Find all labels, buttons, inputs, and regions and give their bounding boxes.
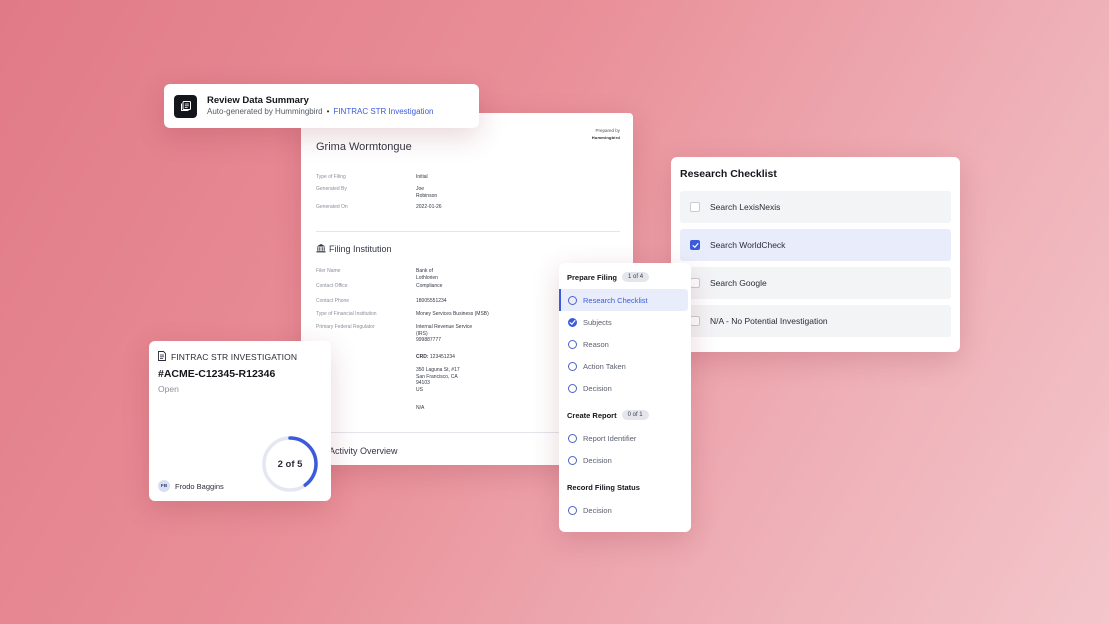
avatar: FB bbox=[158, 480, 170, 492]
filing-institution-heading: Filing Institution bbox=[316, 243, 392, 255]
workflow-step-label: Report Identifier bbox=[583, 433, 637, 443]
workflow-step[interactable]: Decision bbox=[559, 449, 691, 471]
circle-icon bbox=[568, 505, 577, 515]
workflow-step-label: Research Checklist bbox=[583, 295, 648, 305]
workflow-step[interactable]: Research Checklist bbox=[559, 289, 688, 311]
workflow-step-label: Reason bbox=[583, 339, 609, 349]
banner-title: Review Data Summary bbox=[207, 95, 309, 106]
checklist-item-label: Search LexisNexis bbox=[710, 202, 781, 212]
document-stack-icon bbox=[174, 94, 197, 118]
workflow-step-label: Decision bbox=[583, 505, 612, 515]
field-generated-by: Generated By Joe Robinson bbox=[316, 186, 438, 199]
circle-icon bbox=[568, 339, 577, 349]
workflow-step[interactable]: Subjects bbox=[559, 311, 691, 333]
workflow-step[interactable]: Decision bbox=[559, 499, 691, 521]
bank-icon bbox=[316, 243, 326, 255]
hummingbird-logo: Hummingbird bbox=[591, 135, 620, 140]
workflow-step[interactable]: Report Identifier bbox=[559, 427, 691, 449]
workflow-group: Prepare Filing 1 of 4 bbox=[559, 270, 691, 284]
workflow-step-label: Subjects bbox=[583, 317, 612, 327]
section-divider bbox=[316, 231, 620, 232]
investigation-link[interactable]: FINTRAC STR Investigation bbox=[333, 107, 433, 116]
workflow-step-label: Decision bbox=[583, 383, 612, 393]
workflow-step[interactable]: Decision bbox=[559, 377, 691, 399]
workflow-step-label: Action Taken bbox=[583, 361, 626, 371]
checklist-item-label: Search Google bbox=[710, 278, 767, 288]
progress-label: 2 of 5 bbox=[277, 458, 303, 470]
group-progress-badge: 1 of 4 bbox=[622, 272, 650, 282]
circle-icon bbox=[568, 455, 577, 465]
workflow-group: Record Filing Status bbox=[567, 482, 640, 492]
check-circle-icon bbox=[568, 317, 577, 327]
group-progress-badge: 0 of 1 bbox=[621, 410, 649, 420]
subject-name: Grima Wormtongue bbox=[316, 141, 412, 153]
circle-icon bbox=[568, 295, 577, 305]
activity-overview-heading: Activity Overview bbox=[329, 446, 398, 456]
workflow-step[interactable]: Action Taken bbox=[559, 355, 691, 377]
checklist-item[interactable]: Search Google bbox=[680, 267, 951, 299]
checklist-item[interactable]: Search WorldCheck bbox=[680, 229, 951, 261]
checklist-item[interactable]: N/A - No Potential Investigation bbox=[680, 305, 951, 337]
circle-icon bbox=[568, 383, 577, 393]
banner-subtitle: Auto-generated by Hummingbird • FINTRAC ST… bbox=[207, 107, 434, 116]
checkbox[interactable] bbox=[690, 202, 700, 212]
case-id: #ACME-C12345-R12346 bbox=[158, 368, 276, 380]
field-generated-on: Generated On 2022-01-26 bbox=[316, 204, 442, 210]
case-status: Open bbox=[158, 384, 179, 394]
assignee[interactable]: FB Frodo Baggins bbox=[158, 480, 224, 492]
circle-icon bbox=[568, 433, 577, 443]
circle-icon bbox=[568, 361, 577, 371]
checkbox[interactable] bbox=[690, 278, 700, 288]
checklist-title: Research Checklist bbox=[680, 168, 777, 180]
case-card[interactable]: FINTRAC STR INVESTIGATION #ACME-C12345-R… bbox=[149, 341, 331, 501]
checkbox[interactable] bbox=[690, 240, 700, 250]
workflow-sidebar: Prepare Filing 1 of 4 Research Checklist Su… bbox=[559, 263, 691, 532]
checklist-item-label: N/A - No Potential Investigation bbox=[710, 316, 828, 326]
workflow-step-label: Decision bbox=[583, 455, 612, 465]
checkbox[interactable] bbox=[690, 316, 700, 326]
checklist-item[interactable]: Search LexisNexis bbox=[680, 191, 951, 223]
checklist-item-label: Search WorldCheck bbox=[710, 240, 786, 250]
workflow-group: Create Report 0 of 1 bbox=[559, 408, 691, 422]
document-icon bbox=[158, 351, 166, 363]
workflow-step[interactable]: Reason bbox=[559, 333, 691, 355]
assignee-name: Frodo Baggins bbox=[175, 481, 224, 491]
case-type-header: FINTRAC STR INVESTIGATION bbox=[158, 351, 322, 363]
review-data-summary-banner[interactable]: Review Data Summary Auto-generated by Hu… bbox=[164, 84, 479, 128]
research-checklist-panel: Research Checklist Search LexisNexis Sear… bbox=[671, 157, 960, 352]
prepared-by-label: Prepared by Hummingbird bbox=[591, 128, 620, 140]
field-type-of-filing: Type of Filing Initial bbox=[316, 174, 428, 180]
